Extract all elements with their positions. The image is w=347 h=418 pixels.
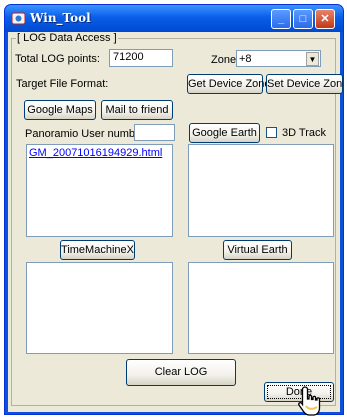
timemachinex-listbox[interactable] [26, 262, 173, 354]
zone-label: Zone: [211, 54, 240, 66]
mail-to-friend-button[interactable]: Mail to friend [101, 100, 173, 120]
zone-select[interactable]: +8 ▼ [236, 50, 321, 67]
list-item[interactable]: GM_20071016194929.html [29, 146, 162, 160]
zone-value: +8 [239, 53, 252, 65]
timemachinex-button[interactable]: TimeMachineX [60, 240, 135, 260]
hand-cursor-icon [298, 386, 321, 416]
minimize-button[interactable]: _ [271, 9, 291, 29]
get-device-zone-button[interactable]: Get Device Zone [187, 74, 271, 94]
client-area: [ LOG Data Access ] Total LOG points: 71… [8, 32, 343, 412]
3d-track-label: 3D Track [282, 127, 327, 139]
maximize-icon: □ [299, 13, 307, 25]
title-bar[interactable]: Win_Tool _ □ ✕ [5, 5, 343, 32]
google-maps-listbox[interactable]: GM_20071016194929.html [26, 144, 173, 237]
clear-log-button[interactable]: Clear LOG [126, 359, 236, 386]
window-title: Win_Tool [30, 11, 91, 25]
target-format-label: Target File Format: [16, 78, 109, 90]
maximize-button[interactable]: □ [293, 9, 313, 29]
close-icon: ✕ [320, 13, 330, 25]
google-maps-button[interactable]: Google Maps [24, 100, 96, 120]
virtual-earth-listbox[interactable] [188, 262, 334, 354]
app-window: Win_Tool _ □ ✕ [ LOG Data Access ] Total… [4, 4, 344, 415]
close-button[interactable]: ✕ [315, 9, 335, 29]
total-log-field[interactable]: 71200 [109, 49, 173, 67]
minimize-icon: _ [277, 13, 285, 25]
panoramio-label: Panoramio User number [25, 128, 145, 140]
panoramio-user-field[interactable] [134, 124, 175, 141]
google-earth-button[interactable]: Google Earth [189, 123, 260, 143]
app-icon [11, 12, 26, 25]
google-earth-listbox[interactable] [188, 144, 334, 237]
3d-track-checkbox[interactable] [266, 127, 277, 138]
total-log-label: Total LOG points: [15, 53, 100, 65]
set-device-zone-button[interactable]: Set Device Zone [266, 74, 343, 94]
chevron-down-icon[interactable]: ▼ [306, 52, 319, 66]
virtual-earth-button[interactable]: Virtual Earth [223, 240, 292, 260]
group-label: [ LOG Data Access ] [16, 32, 118, 44]
